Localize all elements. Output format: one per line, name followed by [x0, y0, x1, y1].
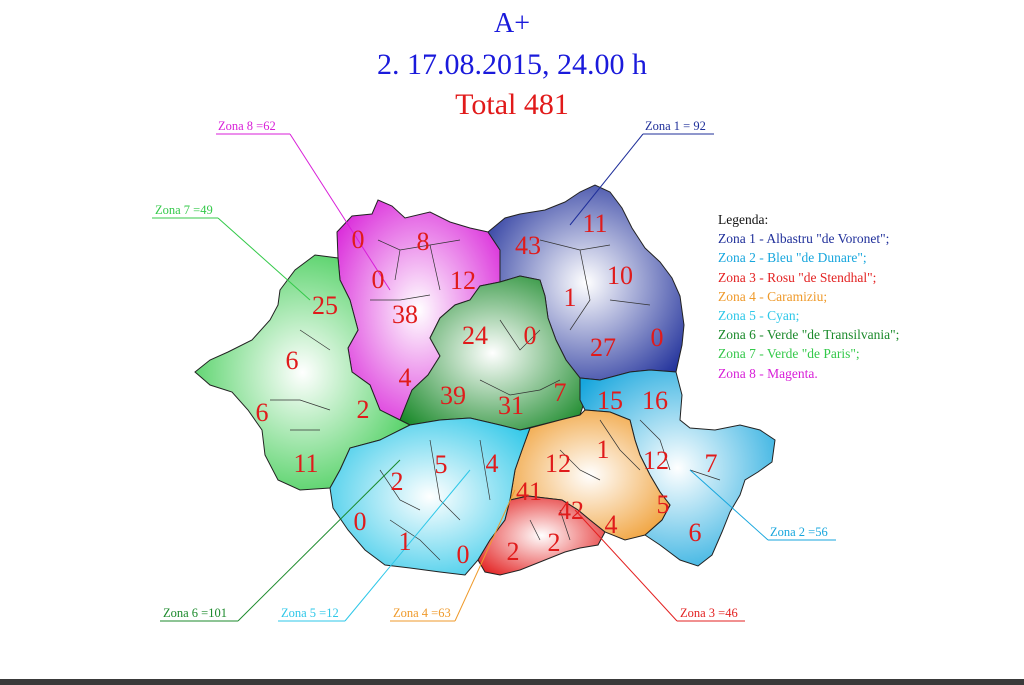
county-value-z5: 0	[354, 507, 367, 536]
county-value-z4: 1	[597, 435, 610, 464]
county-value-z4: 4	[605, 510, 618, 539]
county-value-z4: 41	[516, 477, 542, 506]
county-value-z3: 42	[558, 496, 584, 525]
county-value-z1: 27	[590, 333, 616, 362]
county-value-z5: 0	[457, 540, 470, 569]
legend-item: Zona 7 - Verde "de Paris";	[718, 346, 860, 362]
county-value-z4: 12	[545, 449, 571, 478]
county-value-z7: 11	[293, 449, 318, 478]
county-value-z7: 2	[357, 395, 370, 424]
county-value-z1: 43	[515, 231, 541, 260]
county-value-z2: 12	[643, 446, 669, 475]
legend-item: Zona 6 - Verde "de Transilvania";	[718, 327, 900, 343]
county-value-z6: 24	[462, 321, 488, 350]
county-value-z5: 2	[391, 467, 404, 496]
county-value-z5: 4	[486, 449, 499, 478]
legend-item: Zona 5 - Cyan;	[718, 308, 800, 324]
zone-total-label: Zona 7 =49	[155, 203, 213, 217]
county-value-z1: 11	[582, 209, 607, 238]
legend-item: Zona 3 - Rosu "de Stendhal";	[718, 269, 877, 285]
legend-item: Zona 1 - Albastru "de Voronet";	[718, 231, 890, 247]
county-value-z7: 6	[256, 398, 269, 427]
county-value-z7: 25	[312, 291, 338, 320]
zone-total-label: Zona 4 =63	[393, 606, 451, 620]
county-value-z6: 31	[498, 391, 524, 420]
county-value-z8: 0	[372, 265, 385, 294]
zone-total-label: Zona 1 = 92	[645, 119, 706, 133]
zone-total-label: Zona 8 =62	[218, 119, 276, 133]
county-value-z2: 6	[689, 518, 702, 547]
legend-item: Zona 4 - Caramiziu;	[718, 288, 828, 304]
county-value-z4: 5	[657, 490, 670, 519]
county-value-z2: 16	[642, 386, 668, 415]
county-value-z6: 7	[554, 378, 567, 407]
county-value-z8: 38	[392, 300, 418, 329]
legend-item: Zona 2 - Bleu "de Dunare";	[718, 250, 867, 266]
county-value-z5: 5	[435, 450, 448, 479]
county-value-z1: 10	[607, 261, 633, 290]
county-value-z1: 1	[564, 283, 577, 312]
zone-total-label: Zona 3 =46	[680, 606, 738, 620]
legend-heading: Legenda:	[718, 212, 769, 227]
zone-total-label: Zona 2 =56	[770, 525, 828, 539]
county-value-z7: 6	[286, 346, 299, 375]
county-value-z8: 12	[450, 266, 476, 295]
county-value-z8: 8	[417, 227, 430, 256]
legend-item: Zona 8 - Magenta.	[718, 365, 818, 381]
bottom-bar	[0, 679, 1024, 685]
county-value-z8: 0	[352, 225, 365, 254]
county-value-z3: 2	[507, 537, 520, 566]
county-value-z3: 2	[548, 528, 561, 557]
county-value-z8: 4	[399, 363, 412, 392]
county-value-z5: 1	[399, 527, 412, 556]
county-value-z6: 0	[524, 321, 537, 350]
county-value-z6: 39	[440, 381, 466, 410]
county-value-z2: 7	[705, 449, 718, 478]
zone-leader-line	[217, 217, 311, 301]
zone-total-label: Zona 6 =101	[163, 606, 227, 620]
zone-total-label: Zona 5 =12	[281, 606, 339, 620]
county-value-z1: 0	[651, 323, 664, 352]
county-value-z2: 15	[597, 386, 623, 415]
legend: Legenda: Zona 1 - Albastru "de Voronet";…	[718, 210, 899, 383]
